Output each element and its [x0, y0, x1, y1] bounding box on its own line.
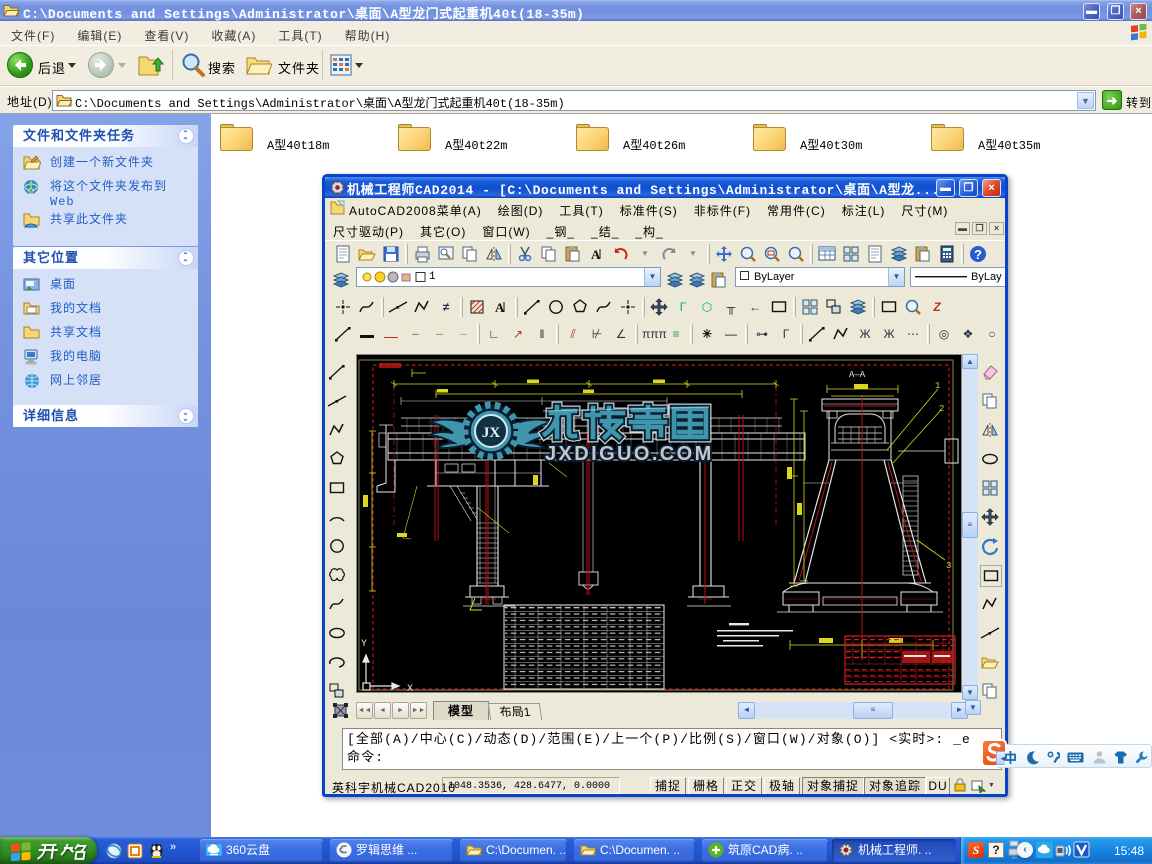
svg-text:Y: Y: [361, 639, 367, 650]
svg-text:3: 3: [946, 561, 951, 571]
svg-text:A—A: A—A: [849, 370, 866, 380]
svg-text:JXDIGUO.COM: JXDIGUO.COM: [545, 443, 714, 465]
svg-text:JX: JX: [482, 425, 501, 441]
svg-text:1: 1: [935, 381, 940, 391]
svg-text:2: 2: [939, 404, 944, 414]
svg-text:X: X: [407, 684, 413, 692]
